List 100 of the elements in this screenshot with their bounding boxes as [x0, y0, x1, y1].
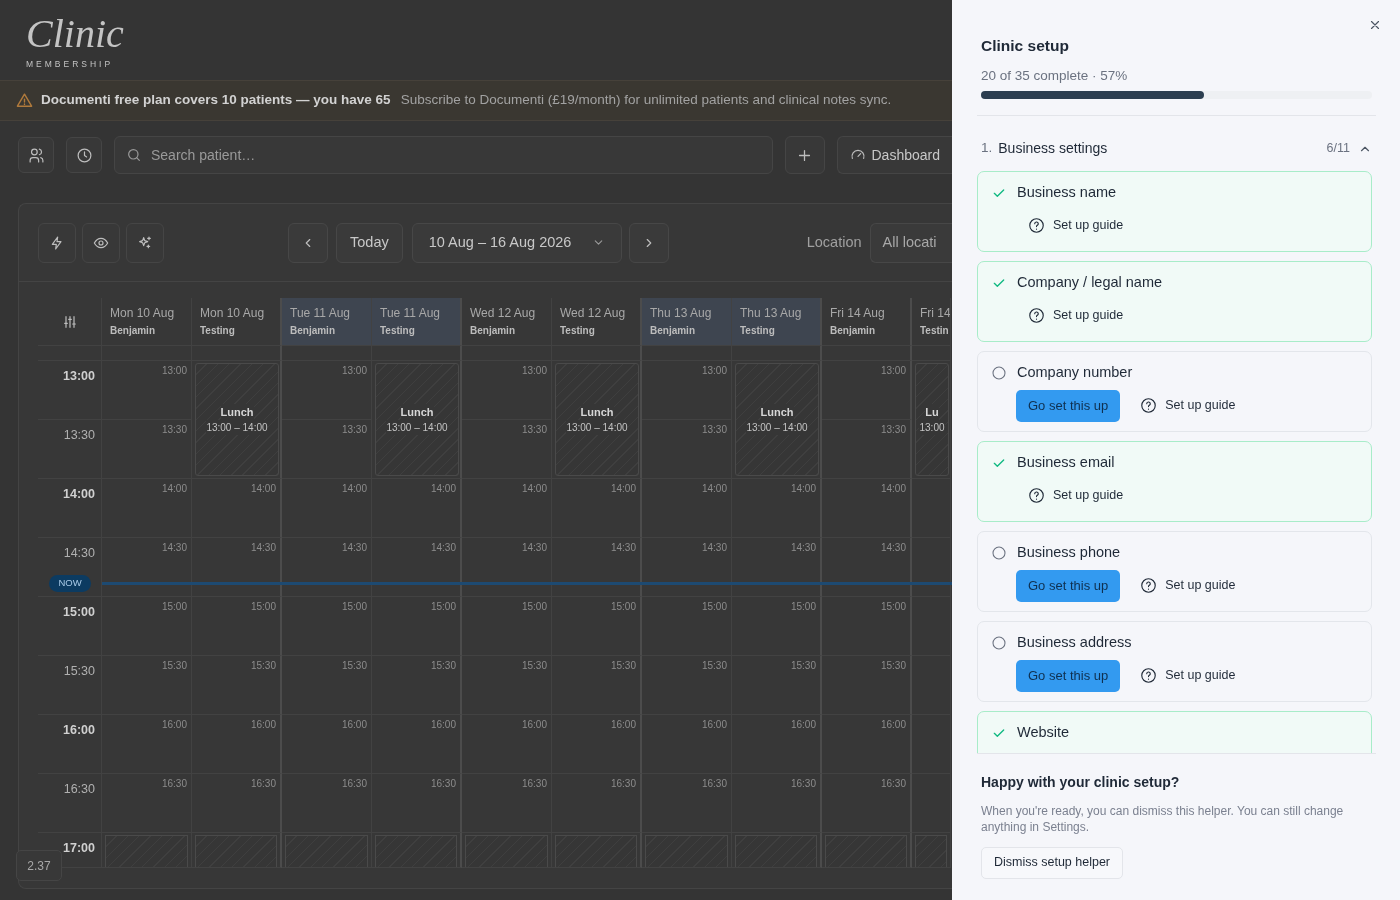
column-day: Tue 11 Aug — [290, 304, 351, 322]
warning-icon — [16, 92, 33, 109]
slot-time: 14:30 — [250, 541, 276, 555]
column-person: Testing — [560, 324, 595, 338]
column-day: Thu 13 Aug — [650, 304, 712, 322]
slot-time: 15:00 — [790, 600, 816, 614]
slot-time: 13:00 — [341, 364, 367, 378]
event-time: 13:00 – 14:00 — [386, 420, 448, 436]
slot-time: 15:30 — [610, 659, 636, 673]
slot-time: 15:30 — [341, 659, 367, 673]
location-select[interactable]: All locati — [869, 222, 952, 263]
slot-time: 14:30 — [610, 541, 636, 555]
event-title: Lunch — [580, 403, 614, 421]
question-icon — [1028, 217, 1045, 234]
slot-time: 16:00 — [610, 718, 636, 732]
setup-item-label: Website — [1017, 722, 1070, 742]
slot-time: 14:00 — [880, 482, 906, 496]
guide-link[interactable]: Set up guide — [1128, 576, 1248, 595]
event-title: Lunch — [220, 403, 254, 421]
slot-time: 15:00 — [521, 600, 547, 614]
slot-time: 13:00 — [521, 364, 547, 378]
guide-link[interactable]: Set up guide — [1128, 666, 1248, 685]
setup-action-button[interactable]: Go set this up — [1016, 569, 1121, 602]
time-label: 16:30 — [63, 782, 95, 796]
column-person: Benjamin — [470, 324, 515, 338]
slot-time: 15:30 — [250, 659, 276, 673]
slot-time: 14:00 — [610, 482, 636, 496]
slot-time: 13:30 — [161, 423, 187, 437]
guide-link[interactable]: Set up guide — [1016, 486, 1136, 505]
slot-time: 14:00 — [521, 482, 547, 496]
slot-time: 15:00 — [341, 600, 367, 614]
setup-item-label: Business name — [1017, 182, 1117, 202]
logo-wordmark: Clinic — [26, 14, 124, 54]
slot-time: 13:00 — [161, 364, 187, 378]
patients-button[interactable] — [18, 137, 54, 173]
slot-time: 16:00 — [790, 718, 816, 732]
slot-time: 14:30 — [430, 541, 456, 555]
event-title: Lunch — [400, 403, 434, 421]
panel-title: Clinic setup — [981, 36, 1070, 56]
setup-action-button[interactable]: Go set this up — [1016, 389, 1121, 422]
slot-time: 14:00 — [250, 482, 276, 496]
slot-time: 15:30 — [790, 659, 816, 673]
column-person: Testin — [920, 324, 949, 338]
column-person: Testing — [740, 324, 775, 338]
progress-text: 20 of 35 complete · 57% — [981, 67, 1129, 86]
slot-time: 13:00 — [701, 364, 727, 378]
event-time: 13:00 — [919, 420, 945, 436]
footer-text: When you're ready, you can dismiss this helper. You can still change anything in Settings. — [981, 802, 1345, 835]
close-icon — [1368, 18, 1382, 32]
slot-time: 15:30 — [161, 659, 187, 673]
version-badge: 2.37 — [16, 850, 62, 881]
setup-action-button[interactable]: Go set this up — [1016, 659, 1121, 692]
slot-time: 16:00 — [701, 718, 727, 732]
time-label: 13:30 — [63, 428, 95, 442]
column-day: Mon 10 Aug — [110, 304, 175, 322]
slot-time: 16:30 — [250, 777, 276, 791]
today-button[interactable]: Today — [336, 222, 403, 263]
dashboard-button[interactable]: Dashboard — [836, 136, 952, 174]
history-button[interactable] — [66, 137, 102, 173]
slot-time: 16:30 — [430, 777, 456, 791]
slot-time: 16:30 — [161, 777, 187, 791]
slot-time: 16:00 — [430, 718, 456, 732]
column-person: Benjamin — [290, 324, 335, 338]
users-icon — [27, 146, 45, 164]
column-day: Tue 11 Aug — [380, 304, 441, 322]
date-range-dropdown[interactable]: 10 Aug – 16 Aug 2026 — [411, 222, 622, 263]
now-badge: NOW — [49, 575, 91, 592]
question-icon — [1028, 487, 1045, 504]
guide-link[interactable]: Set up guide — [1016, 216, 1136, 235]
event-time: 13:00 – 14:00 — [206, 420, 268, 436]
dismiss-button[interactable]: Dismiss setup helper — [981, 846, 1123, 879]
banner-message: Subscribe to Documenti (£19/month) for unlimited patients and clinical notes sync. — [400, 91, 892, 110]
slot-time: 15:30 — [880, 659, 906, 673]
slot-time: 15:30 — [701, 659, 727, 673]
guide-link[interactable]: Set up guide — [1128, 396, 1248, 415]
slot-time: 14:00 — [161, 482, 187, 496]
logo-subtitle: MEMBERSHIP — [26, 58, 114, 71]
time-label: 17:00 — [63, 841, 95, 855]
banner-title: Documenti free plan covers 10 patients — you have 65 — [41, 91, 391, 110]
setup-item-label: Business phone — [1017, 542, 1121, 562]
guide-link[interactable]: Set up guide — [1016, 306, 1136, 325]
slot-time: 14:00 — [701, 482, 727, 496]
view-button[interactable] — [82, 222, 120, 263]
quick-actions-button[interactable] — [38, 222, 76, 263]
slot-time: 16:00 — [521, 718, 547, 732]
slot-time: 15:30 — [430, 659, 456, 673]
column-day: Mon 10 Aug — [200, 304, 265, 322]
clock-icon — [75, 146, 93, 164]
slot-time: 16:00 — [250, 718, 276, 732]
section-title: Business settings — [998, 139, 1108, 158]
slot-time: 16:30 — [521, 777, 547, 791]
slot-time: 16:30 — [701, 777, 727, 791]
footer-heading: Happy with your clinic setup? — [981, 772, 1181, 792]
slot-time: 15:00 — [610, 600, 636, 614]
search-field[interactable]: Search patient… — [114, 136, 773, 174]
column-day: Fri 14 Aug — [830, 304, 885, 322]
slot-time: 14:30 — [790, 541, 816, 555]
slot-time: 16:00 — [341, 718, 367, 732]
slot-time: 13:30 — [341, 423, 367, 437]
magic-button[interactable] — [126, 222, 164, 263]
